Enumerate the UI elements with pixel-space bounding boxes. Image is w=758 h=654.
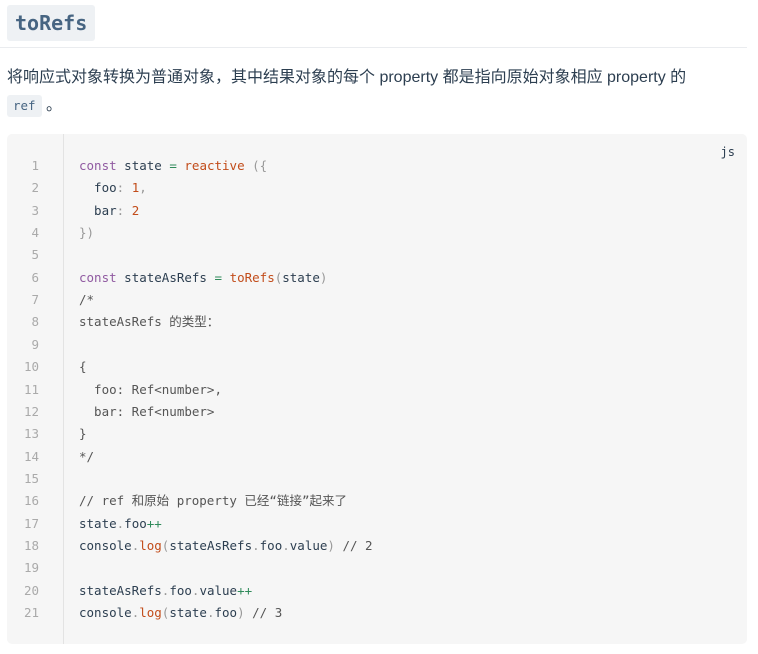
code-token: , — [139, 180, 147, 196]
code-token: value — [199, 582, 238, 598]
line-number: 17 — [23, 515, 39, 531]
code-token: ) — [237, 605, 245, 620]
code-token: 2 — [124, 202, 140, 218]
page-title: toRefs — [7, 5, 96, 41]
code-token: = — [169, 158, 177, 173]
code-line: } — [79, 423, 87, 445]
code-token: value — [289, 537, 328, 553]
line-number: 6 — [31, 269, 39, 285]
code-token: stateAsRefs — [79, 582, 162, 598]
line-number: 13 — [23, 426, 39, 442]
code-token: state — [124, 158, 162, 173]
code-token: ++ — [146, 515, 162, 531]
line-number: 7 — [31, 292, 39, 308]
code-token: stateAsRefs — [169, 537, 253, 553]
code-line: bar: Ref<number> — [79, 401, 214, 423]
code-line: stateAsRefs.foo.value++ — [79, 580, 252, 602]
code-line: const state = reactive ({ — [79, 155, 267, 177]
line-number: 20 — [23, 582, 39, 598]
line-number: 3 — [31, 202, 39, 218]
code-token: reactive — [184, 158, 245, 173]
code-line: foo: 1, — [79, 177, 147, 199]
code-token: ) — [327, 537, 335, 553]
code-line: }) — [79, 222, 94, 244]
heading-section: toRefs — [0, 0, 747, 48]
line-number: 2 — [31, 180, 39, 196]
code-token: ({ — [252, 158, 268, 173]
line-number: 19 — [23, 560, 39, 576]
code-line: foo: Ref<number>, — [79, 379, 222, 401]
code-token: // 2 — [342, 537, 373, 553]
code-token: foo — [124, 515, 147, 531]
description-text: 将响应式对象转换为普通对象，其中结果对象的每个 property 都是指向原始对… — [7, 69, 687, 86]
code-token: = — [214, 269, 223, 285]
line-number: 10 — [23, 359, 39, 375]
code-line: bar: 2 — [79, 200, 139, 222]
code-token: foo — [259, 537, 283, 553]
code-token: . — [282, 537, 290, 553]
line-number: 4 — [31, 225, 39, 241]
code-token: const — [79, 269, 117, 285]
code-token: toRefs — [229, 269, 275, 285]
inline-code-ref: ref — [7, 94, 42, 117]
line-number: 14 — [23, 448, 39, 464]
code-token: } — [79, 426, 87, 442]
description-suffix: 。 — [46, 97, 63, 114]
code-token: . — [252, 537, 260, 553]
code-token: bar — [79, 202, 117, 218]
code-token: state — [282, 269, 320, 285]
code-line: const stateAsRefs = toRefs(state) — [79, 267, 327, 289]
code-line: state.foo++ — [79, 513, 162, 535]
code-token: log — [139, 537, 162, 553]
code-token: . — [206, 605, 215, 620]
code-line: */ — [79, 446, 94, 468]
code-token: }) — [79, 225, 95, 241]
description-paragraph: 将响应式对象转换为普通对象，其中结果对象的每个 property 都是指向原始对… — [7, 64, 751, 120]
code-token: console — [79, 605, 132, 620]
code-token: foo — [169, 582, 192, 598]
code-token: foo — [79, 180, 117, 196]
doc-page: toRefs 将响应式对象转换为普通对象，其中结果对象的每个 property … — [0, 0, 758, 654]
line-number: 1 — [31, 158, 39, 173]
code-token: foo — [214, 605, 238, 620]
line-number: 8 — [31, 314, 39, 330]
code-token: foo: Ref<number>, — [79, 381, 222, 397]
code-token: // 3 — [252, 605, 283, 620]
line-number: 16 — [23, 493, 39, 509]
code-token: { — [79, 359, 87, 375]
line-number: 12 — [23, 403, 39, 419]
code-token: // ref 和原始 property 已经“链接”起来了 — [79, 493, 347, 509]
code-block[interactable]: js 1 const state = reactive ({2 foo: 1, 3 … — [7, 134, 747, 644]
code-line: /* — [79, 289, 94, 311]
code-token: ++ — [237, 582, 253, 598]
code-token: 1 — [124, 180, 140, 196]
language-label: js — [720, 145, 735, 159]
code-token: stateAsRefs — [124, 269, 207, 285]
code-line: { — [79, 356, 87, 378]
code-token: */ — [79, 448, 95, 464]
code-line: // ref 和原始 property 已经“链接”起来了 — [79, 490, 347, 512]
description: 将响应式对象转换为普通对象，其中结果对象的每个 property 都是指向原始对… — [7, 64, 751, 120]
line-number: 9 — [31, 336, 39, 352]
code-line: console.log(state.foo) // 3 — [79, 602, 282, 624]
code-token: state — [169, 605, 207, 620]
code-token: log — [139, 605, 162, 620]
code-token: console — [79, 537, 132, 553]
code-line: stateAsRefs 的类型： — [79, 311, 219, 333]
code-token: const — [79, 158, 117, 173]
line-number: 18 — [23, 537, 39, 553]
code-token: /* — [79, 292, 95, 308]
line-number: 11 — [23, 381, 39, 397]
code-token: bar: Ref<number> — [79, 403, 215, 419]
line-number: 15 — [23, 470, 39, 486]
code-token: ) — [319, 269, 328, 285]
code-token: state — [79, 515, 117, 531]
line-number: 21 — [23, 605, 39, 620]
code-token: stateAsRefs 的类型： — [79, 314, 220, 330]
line-number: 5 — [31, 247, 39, 263]
code-line: console.log(stateAsRefs.foo.value) // 2 — [79, 535, 373, 557]
